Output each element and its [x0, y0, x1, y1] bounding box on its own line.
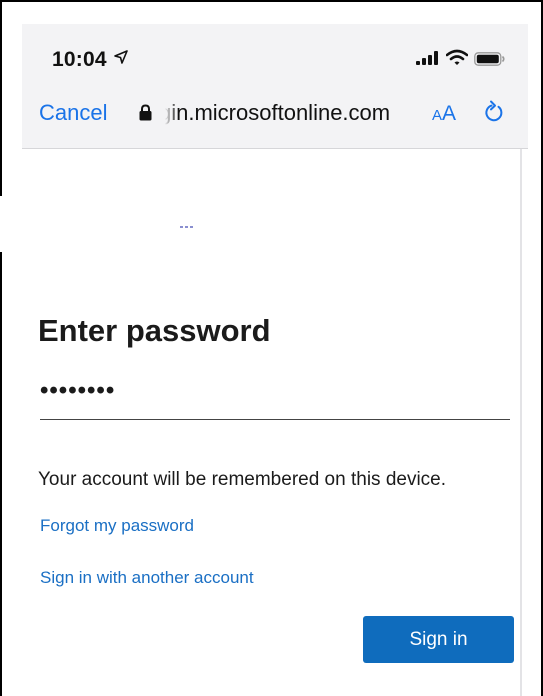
border-top [0, 0, 543, 2]
border-left-lower [0, 252, 2, 696]
wifi-icon [445, 49, 469, 71]
browser-chrome: 10:04 Cancel gin.microsoftonline.com AA [22, 24, 528, 149]
reload-icon[interactable] [484, 100, 504, 129]
text-size-button[interactable]: AA [432, 102, 456, 126]
text-size-big-letter: A [442, 102, 457, 125]
signin-page: Enter password •••••••• Your account wil… [22, 149, 522, 696]
url-fade [156, 96, 178, 130]
password-value: •••••••• [40, 377, 116, 404]
border-left-upper [0, 0, 2, 196]
screenshot-frame: 10:04 Cancel gin.microsoftonline.com AA … [0, 0, 543, 696]
browser-nav-bar: Cancel gin.microsoftonline.com AA [22, 88, 528, 146]
cellular-signal-icon [416, 51, 438, 70]
status-time: 10:04 [52, 48, 107, 71]
content-right-edge [520, 149, 522, 696]
location-arrow-icon [114, 50, 128, 69]
password-input[interactable]: •••••••• [40, 371, 510, 420]
forgot-password-link[interactable]: Forgot my password [40, 516, 194, 536]
lock-icon [139, 104, 152, 126]
url-address[interactable]: gin.microsoftonline.com [159, 100, 390, 126]
sign-in-button[interactable]: Sign in [363, 616, 514, 663]
remember-device-text: Your account will be remembered on this … [38, 469, 447, 490]
text-size-small-letter: A [432, 107, 443, 124]
battery-icon [474, 52, 506, 71]
cancel-button[interactable]: Cancel [39, 100, 107, 126]
status-bar: 10:04 [22, 24, 528, 88]
other-account-link[interactable]: Sign in with another account [40, 568, 254, 588]
logo-remnant [180, 215, 198, 228]
page-title: Enter password [38, 313, 271, 348]
